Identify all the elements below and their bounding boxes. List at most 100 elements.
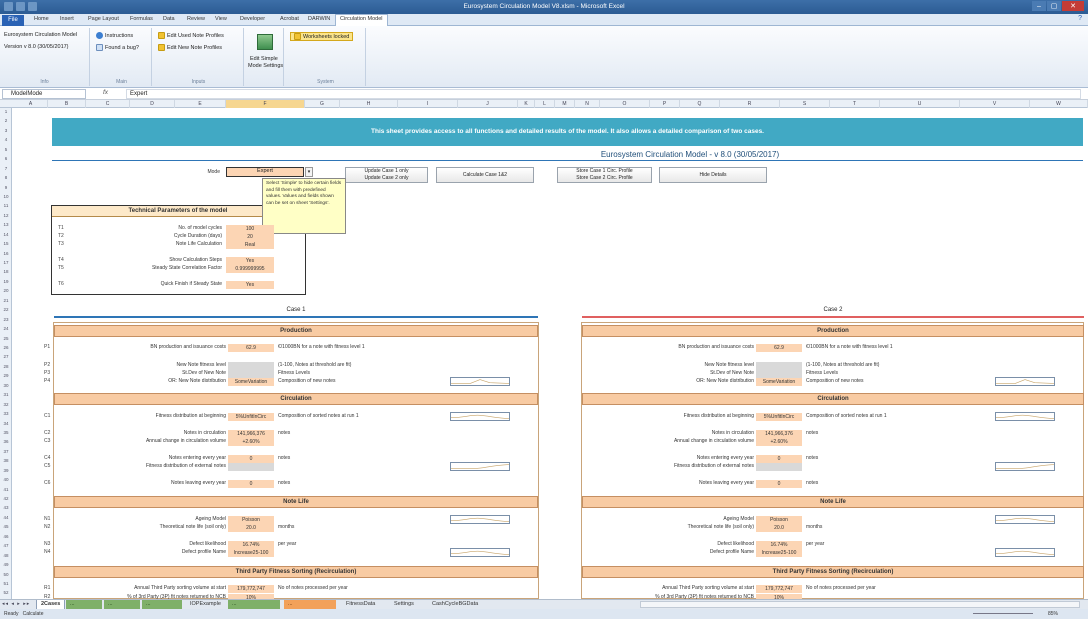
column-header[interactable]: C	[86, 100, 130, 108]
column-header[interactable]: H	[340, 100, 398, 108]
mode-select[interactable]: Expert	[226, 167, 304, 177]
tab-circulation-model[interactable]: Circulation Model	[335, 14, 388, 26]
row-header[interactable]: 40	[0, 477, 11, 482]
tab-review[interactable]: Review	[187, 16, 205, 22]
case2-r1-value[interactable]: 179,772,747	[756, 585, 802, 593]
row-header[interactable]: 29	[0, 373, 11, 378]
case2-p2-value[interactable]	[756, 362, 802, 370]
case1-p4-value[interactable]: SomeVariation	[228, 378, 274, 386]
tab-formulas[interactable]: Formulas	[130, 16, 153, 22]
row-header[interactable]: 18	[0, 269, 11, 274]
column-header[interactable]: V	[960, 100, 1030, 108]
close-button[interactable]: ✕	[1062, 1, 1084, 11]
row-header[interactable]: 38	[0, 458, 11, 463]
row-header[interactable]: 9	[0, 185, 11, 190]
row-header[interactable]: 33	[0, 411, 11, 416]
case1-n3-value[interactable]: 16.74%	[228, 541, 274, 549]
row-header[interactable]: 34	[0, 421, 11, 426]
tab-home[interactable]: Home	[34, 16, 49, 22]
row-header[interactable]: 44	[0, 515, 11, 520]
row-header[interactable]: 32	[0, 402, 11, 407]
row-header[interactable]: 1	[0, 109, 11, 114]
tech-row-value[interactable]: 20	[226, 233, 274, 241]
column-header[interactable]: F	[226, 100, 305, 108]
sheet-nav-arrows[interactable]: ◂◂ ◂ ▸ ▸▸	[2, 601, 30, 607]
row-header[interactable]: 17	[0, 260, 11, 265]
row-header[interactable]: 52	[0, 590, 11, 595]
tech-row-value[interactable]: Real	[226, 241, 274, 249]
column-header[interactable]: G	[305, 100, 340, 108]
case1-r1-value[interactable]: 179,772,747	[228, 585, 274, 593]
case2-p3-value[interactable]	[756, 370, 802, 378]
tab-file[interactable]: File	[2, 15, 24, 26]
edit-new-profiles-button[interactable]: Edit New Note Profiles	[158, 44, 222, 51]
store-case1-button[interactable]: Store Case 1 Circ. Profile	[558, 168, 651, 175]
row-header[interactable]: 47	[0, 543, 11, 548]
row-header[interactable]: 27	[0, 354, 11, 359]
zoom-slider[interactable]	[973, 613, 1033, 614]
row-header[interactable]: 4	[0, 137, 11, 142]
case2-n2-value[interactable]: 20.0	[756, 524, 802, 532]
row-header[interactable]: 36	[0, 439, 11, 444]
row-header[interactable]: 21	[0, 298, 11, 303]
column-header[interactable]: J	[458, 100, 518, 108]
edit-used-profiles-button[interactable]: Edit Used Note Profiles	[158, 32, 224, 39]
chevron-down-icon[interactable]: ▾	[305, 167, 313, 177]
tab-darwin[interactable]: DARWIN	[308, 16, 330, 22]
tab-view[interactable]: View	[215, 16, 227, 22]
tab-data[interactable]: Data	[163, 16, 175, 22]
tech-row-value[interactable]: Yes	[226, 257, 274, 265]
case2-c1-value[interactable]: 5%UnfitInCirc	[756, 413, 802, 421]
row-header[interactable]: 48	[0, 553, 11, 558]
case2-c6-value[interactable]: 0	[756, 480, 802, 488]
row-header[interactable]: 42	[0, 496, 11, 501]
case1-c2-value[interactable]: 141,966,376	[228, 430, 274, 438]
column-header[interactable]: T	[830, 100, 880, 108]
column-header[interactable]: Q	[680, 100, 720, 108]
tech-row-value[interactable]: 0.999999995	[226, 265, 274, 273]
row-header[interactable]: 22	[0, 307, 11, 312]
case1-c5-value[interactable]	[228, 463, 274, 471]
case1-c4-value[interactable]: 0	[228, 455, 274, 463]
row-header[interactable]: 28	[0, 364, 11, 369]
row-header[interactable]: 15	[0, 241, 11, 246]
case1-p1-value[interactable]: 62.9	[228, 344, 274, 352]
row-header[interactable]: 24	[0, 326, 11, 331]
hide-details-button[interactable]: Hide Details	[659, 167, 767, 183]
column-header[interactable]: P	[650, 100, 680, 108]
row-header[interactable]: 23	[0, 317, 11, 322]
row-header[interactable]: 16	[0, 251, 11, 256]
row-header[interactable]: 2	[0, 118, 11, 123]
row-header[interactable]: 6	[0, 156, 11, 161]
case2-c3-value[interactable]: +2.60%	[756, 438, 802, 446]
case2-c2-value[interactable]: 141,966,376	[756, 430, 802, 438]
column-header[interactable]: S	[780, 100, 830, 108]
tech-row-value[interactable]: Yes	[226, 281, 274, 289]
row-header[interactable]: 50	[0, 572, 11, 577]
row-header[interactable]: 39	[0, 468, 11, 473]
tab-acrobat[interactable]: Acrobat	[280, 16, 299, 22]
case2-p4-value[interactable]: SomeVariation	[756, 378, 802, 386]
case2-p1-value[interactable]: 62.9	[756, 344, 802, 352]
worksheets-locked-button[interactable]: Worksheets locked	[290, 32, 354, 41]
minimize-button[interactable]: –	[1032, 1, 1046, 11]
row-header[interactable]: 20	[0, 288, 11, 293]
row-header[interactable]: 11	[0, 203, 11, 208]
formula-input[interactable]: Expert	[126, 89, 1081, 99]
row-header[interactable]: 51	[0, 581, 11, 586]
case1-n1-value[interactable]: Poisson	[228, 516, 274, 524]
column-header[interactable]: I	[398, 100, 458, 108]
simple-mode-label-1[interactable]: Edit Simple	[250, 56, 278, 62]
instructions-button[interactable]: Instructions	[96, 32, 133, 39]
case2-n4-value[interactable]: Increase25-100	[756, 549, 802, 557]
update-case1-button[interactable]: Update Case 1 only	[346, 168, 427, 175]
row-header[interactable]: 8	[0, 175, 11, 180]
row-header[interactable]: 30	[0, 383, 11, 388]
calculate-case-button[interactable]: Calculate Case 1&2	[436, 167, 534, 183]
tech-row-value[interactable]: 100	[226, 225, 274, 233]
row-header[interactable]: 14	[0, 232, 11, 237]
row-header[interactable]: 45	[0, 524, 11, 529]
case1-p2-value[interactable]	[228, 362, 274, 370]
case1-c6-value[interactable]: 0	[228, 480, 274, 488]
store-case2-button[interactable]: Store Case 2 Circ. Profile	[558, 175, 651, 182]
